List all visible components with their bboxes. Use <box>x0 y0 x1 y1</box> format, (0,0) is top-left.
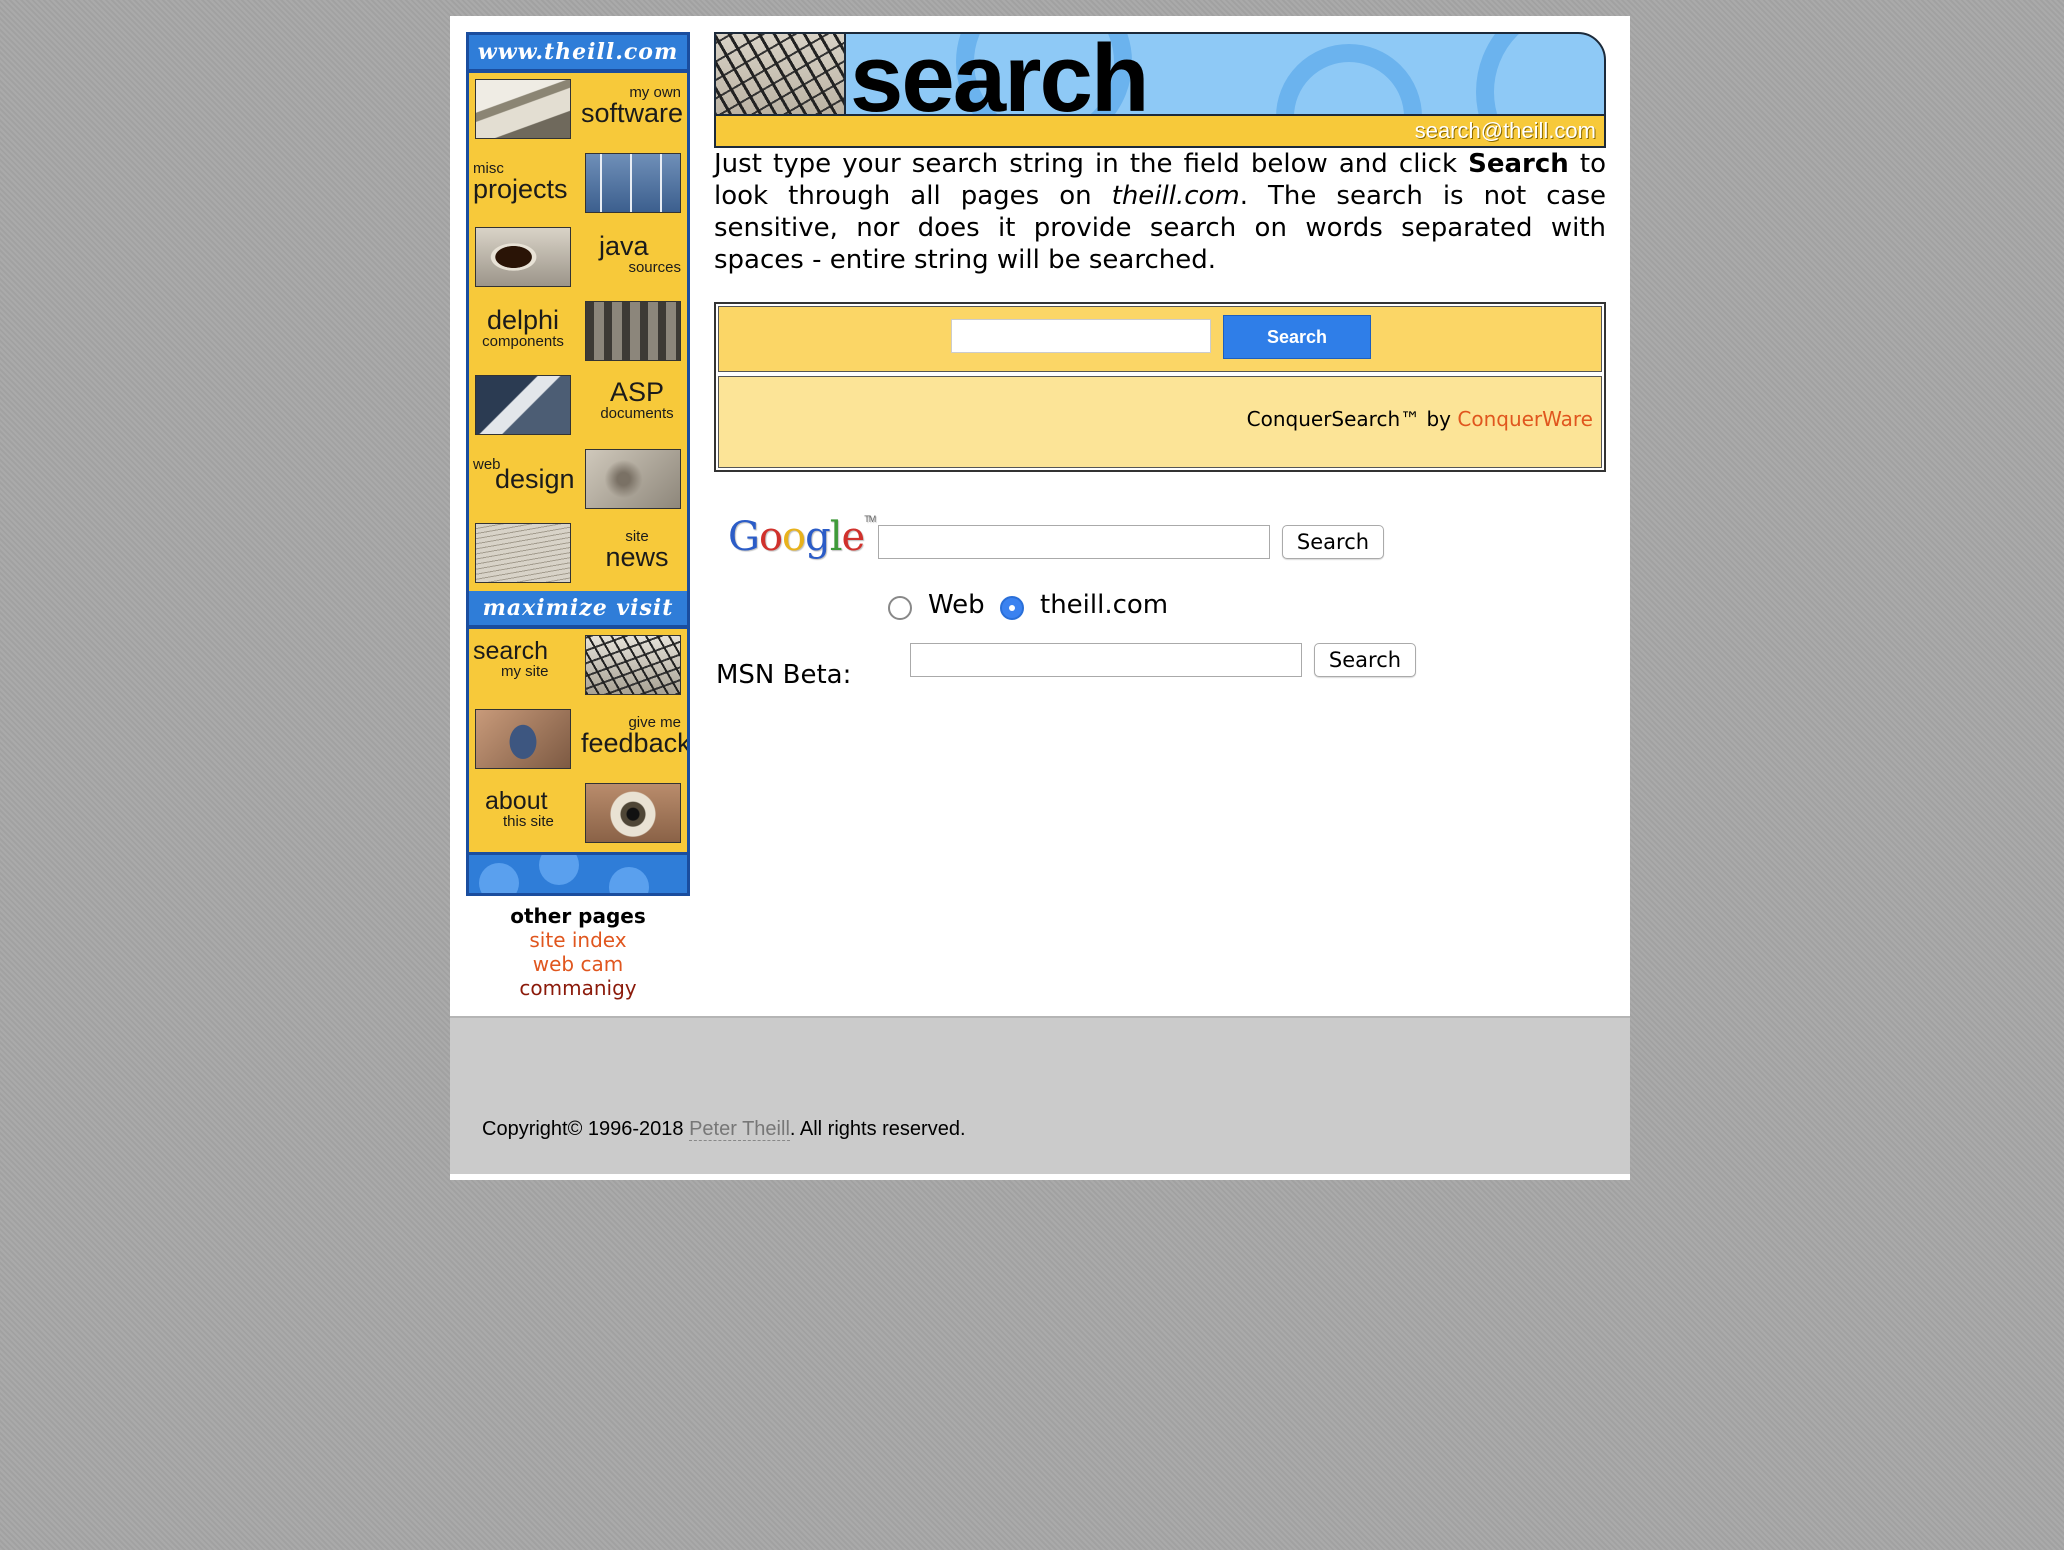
bird-photo <box>475 375 571 435</box>
nav-label-sub: my site <box>501 663 549 680</box>
nav-label: news <box>605 542 669 572</box>
nav-label: delphi <box>486 305 560 335</box>
page-container: www.theill.com my own software misc proj… <box>450 16 1630 1180</box>
msn-search-button[interactable]: Search <box>1314 643 1416 677</box>
conquerware-link[interactable]: ConquerWare <box>1457 407 1593 431</box>
nav-item-asp[interactable]: ASP documents <box>469 369 687 443</box>
newspaper-photo <box>475 523 571 583</box>
site-navigation: www.theill.com my own software misc proj… <box>466 32 690 896</box>
conquer-search-box: Search ConquerSearch™ by ConquerWare <box>714 302 1606 472</box>
software-box-photo <box>475 79 571 139</box>
footer: Copyright© 1996-2018 Peter Theill. All r… <box>450 1016 1630 1174</box>
google-search-input[interactable] <box>878 525 1270 559</box>
radio-theill-com[interactable] <box>1000 596 1024 620</box>
nav-header-site-url: www.theill.com <box>469 35 687 73</box>
intro-bold-search: Search <box>1468 149 1569 179</box>
google-search-button[interactable]: Search <box>1282 525 1384 559</box>
msn-beta-label: MSN Beta: <box>716 660 852 690</box>
nav-item-java[interactable]: java sources <box>469 221 687 295</box>
nav-item-search[interactable]: search my site <box>469 629 687 703</box>
banner-email-link[interactable]: search@theill.com <box>1415 118 1596 144</box>
nav-item-site-news[interactable]: site news <box>469 517 687 591</box>
nav-label-sub: documents <box>600 405 674 422</box>
nav-label-sub: sources <box>628 259 681 276</box>
intro-site-name: theill.com <box>1111 181 1240 211</box>
nav-label: java <box>599 231 649 261</box>
ruins-photo <box>585 301 681 361</box>
nav-decorative-footer <box>469 852 687 893</box>
radio-web-label: Web <box>928 590 985 620</box>
eye-photo <box>585 783 681 843</box>
copyright-text: Copyright© 1996-2018 Peter Theill. All r… <box>482 1118 966 1141</box>
web-cam-link[interactable]: web cam <box>466 952 690 976</box>
nav-item-projects[interactable]: misc projects <box>469 147 687 221</box>
msn-search-input[interactable] <box>910 643 1302 677</box>
conquer-search-input[interactable] <box>951 319 1211 353</box>
coffee-cup-photo <box>475 227 571 287</box>
nav-item-software[interactable]: my own software <box>469 73 687 147</box>
radio-web[interactable] <box>888 596 912 620</box>
nav-label: software <box>581 98 684 128</box>
other-pages-section: other pages site index web cam commanigy <box>466 904 690 1000</box>
nav-item-web-design[interactable]: web design <box>469 443 687 517</box>
nav-label: search <box>473 637 549 665</box>
credit-text: ConquerSearch™ by <box>1246 407 1458 431</box>
site-index-link[interactable]: site index <box>466 928 690 952</box>
search-instructions: Just type your search string in the fiel… <box>714 148 1606 276</box>
sketch-photo <box>585 449 681 509</box>
intro-text: Just type your search string in the fiel… <box>714 149 1469 179</box>
nav-item-feedback[interactable]: give me feedback <box>469 703 687 777</box>
wind-turbines-photo <box>585 153 681 213</box>
conquer-search-button[interactable]: Search <box>1223 315 1371 359</box>
author-link[interactable]: Peter Theill <box>689 1118 790 1141</box>
nav-label-sub: this site <box>503 813 554 830</box>
dome-structure-image <box>716 34 846 118</box>
search-banner: search search@theill.com <box>714 32 1606 148</box>
nav-label: ASP <box>609 377 665 407</box>
conquer-search-credit: ConquerSearch™ by ConquerWare <box>1247 407 1593 431</box>
commanigy-link[interactable]: commanigy <box>466 976 690 1000</box>
radio-theill-com-label: theill.com <box>1040 590 1169 620</box>
nav-header-maximize-visit: maximize visit <box>469 591 687 629</box>
nav-label: about <box>485 787 548 815</box>
nav-label: projects <box>473 174 568 204</box>
nav-label: feedback <box>581 728 690 758</box>
dome-structure-photo <box>585 635 681 695</box>
phone-photo <box>475 709 571 769</box>
nav-label-sub: components <box>482 333 564 350</box>
other-pages-heading: other pages <box>510 904 646 928</box>
nav-item-delphi[interactable]: delphi components <box>469 295 687 369</box>
nav-item-about[interactable]: about this site <box>469 777 687 851</box>
google-logo: GoogleTM <box>728 514 876 560</box>
